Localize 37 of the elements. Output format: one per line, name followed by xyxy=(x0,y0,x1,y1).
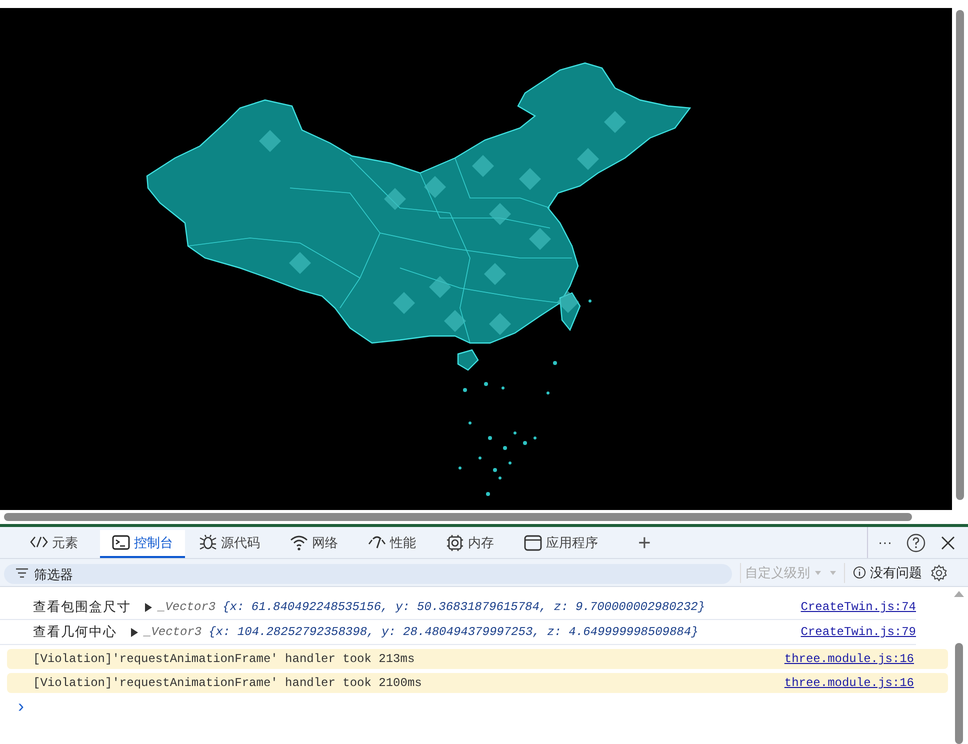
panel-tab[interactable]: 应用程序 xyxy=(516,530,606,558)
console-icon xyxy=(112,534,130,552)
help-icon[interactable] xyxy=(906,532,926,552)
source-link[interactable]: three.module.js:16 xyxy=(784,650,948,668)
object-value: {x: 61.840492248535156, y: 50.36831879615784, z: 9.700000002980232} xyxy=(222,599,706,616)
source-link[interactable]: CreateTwin.js:79 xyxy=(800,623,916,641)
close-icon[interactable] xyxy=(940,534,956,550)
settings-icon[interactable] xyxy=(930,564,948,582)
bug-icon xyxy=(199,534,217,552)
object-value: {x: 104.28252792358398, y: 28.480494379997253, z: 4.649999998509884} xyxy=(208,624,698,641)
log-label: 查看包围盒尺寸 xyxy=(33,598,131,616)
log-label: 查看几何中心 xyxy=(33,623,117,642)
panel-tab[interactable]: 网络 xyxy=(282,530,346,558)
panel-tab[interactable]: 元素 xyxy=(22,530,86,558)
panel-tab[interactable]: 控制台 xyxy=(100,530,185,558)
source-link[interactable]: CreateTwin.js:74 xyxy=(800,598,916,616)
panel-tab[interactable]: 内存 xyxy=(438,530,502,558)
chip-icon xyxy=(446,534,464,552)
issues-count[interactable]: 没有问题 xyxy=(870,562,922,582)
window-icon xyxy=(524,534,542,552)
violation-message: [Violation]'requestAnimationFrame' handler took 2100ms xyxy=(33,675,422,692)
filter-field[interactable]: 筛选器 xyxy=(4,564,732,584)
panel-tab[interactable]: 源代码 xyxy=(191,530,268,558)
console-prompt[interactable]: › xyxy=(18,697,950,715)
wifi-icon xyxy=(290,534,308,552)
expand-triangle-icon[interactable] xyxy=(131,628,138,636)
horizontal-scrollbar[interactable] xyxy=(4,513,912,522)
expand-triangle-icon[interactable] xyxy=(145,602,152,612)
panel-tab[interactable]: 性能 xyxy=(360,530,424,558)
object-type: _Vector3 xyxy=(158,599,216,616)
filter-icon xyxy=(16,568,28,578)
source-link[interactable]: three.module.js:16 xyxy=(784,674,948,692)
info-icon xyxy=(853,566,866,579)
object-type: _Vector3 xyxy=(144,624,202,641)
add-tab-button[interactable]: + xyxy=(638,532,651,554)
violation-message: [Violation]'requestAnimationFrame' handler took 213ms xyxy=(33,651,415,668)
more-button[interactable]: ··· xyxy=(878,532,892,553)
